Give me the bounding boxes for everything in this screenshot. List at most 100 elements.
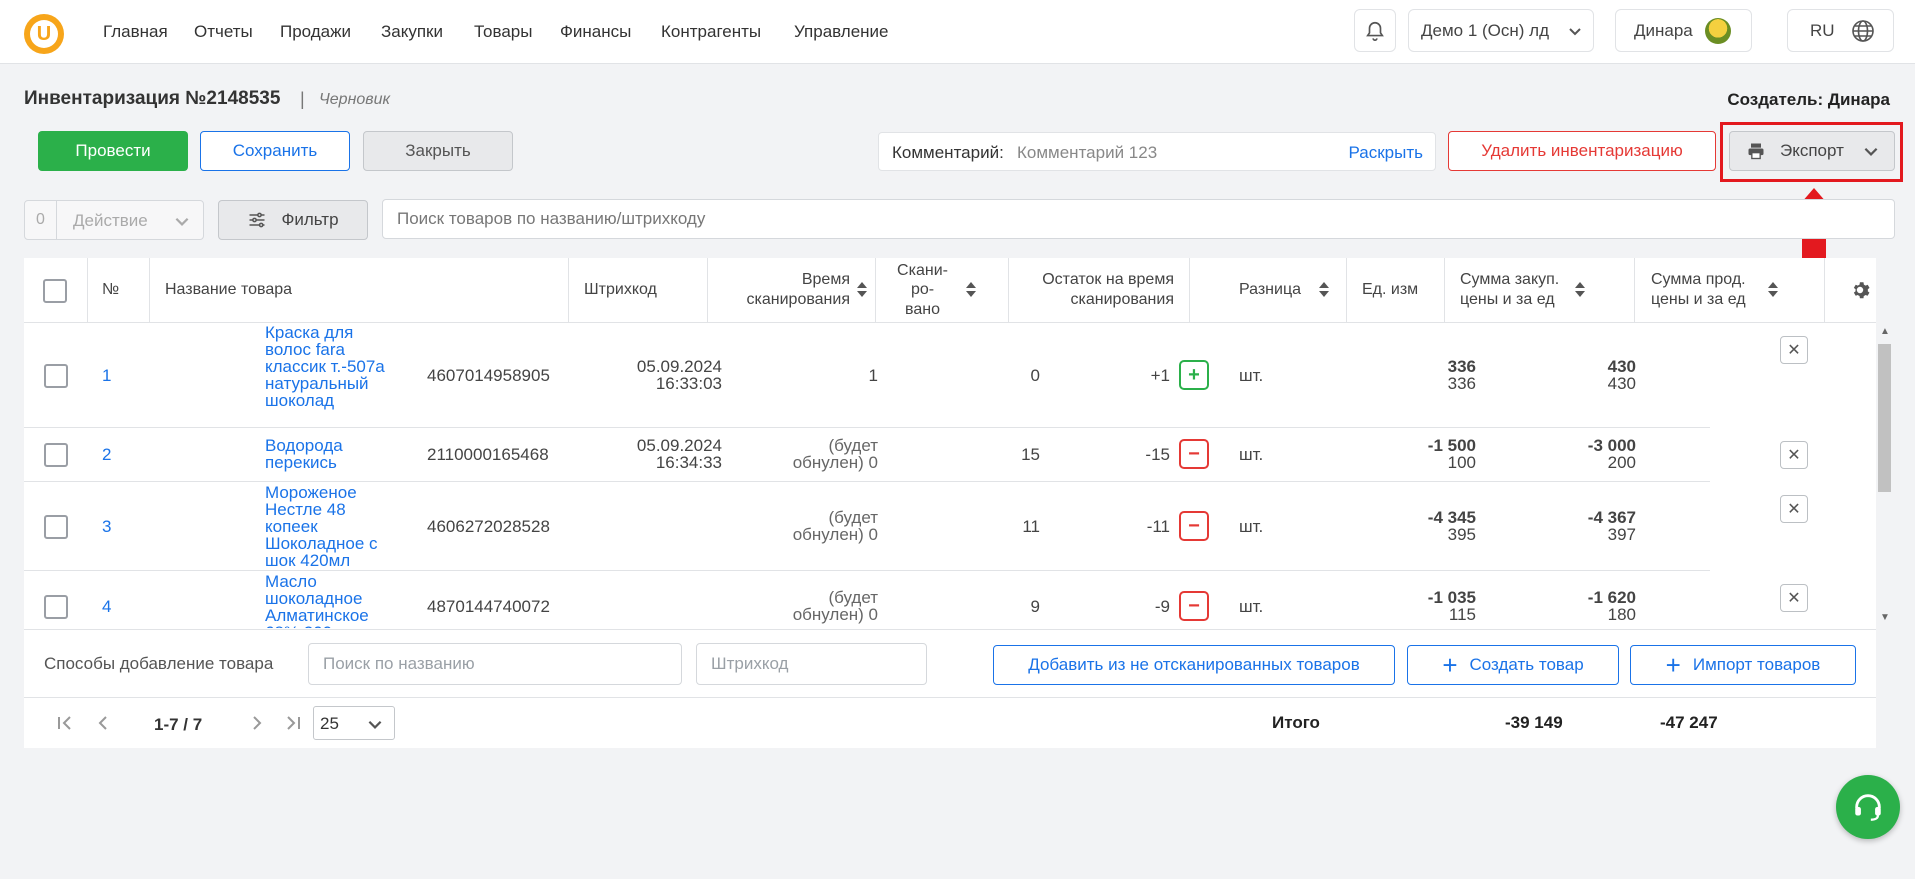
add-by-barcode-input[interactable]: Штрихкод: [696, 643, 927, 685]
conduct-button[interactable]: Провести: [38, 131, 188, 171]
export-button[interactable]: Экспорт: [1729, 131, 1895, 171]
product-name-link[interactable]: Краска для волос fara классик т.-507а на…: [265, 324, 390, 409]
select-all-checkbox[interactable]: [43, 279, 67, 303]
add-from-unscanned-button[interactable]: Добавить из не отсканированных товаров: [993, 645, 1395, 685]
chevron-down-icon: [175, 217, 189, 226]
col-divider: [87, 258, 88, 322]
col-scan-time[interactable]: Время сканирования: [718, 258, 867, 322]
sliders-icon: [249, 212, 265, 228]
page-size-value: 25: [320, 714, 339, 733]
row-number[interactable]: 2: [102, 445, 111, 465]
plus-square-icon: +: [1179, 360, 1209, 390]
row-number[interactable]: 1: [102, 366, 111, 386]
create-product-button[interactable]: + Создать товар: [1407, 645, 1619, 685]
col-stock-line1: Остаток на время: [1042, 271, 1174, 289]
sort-icon: [1767, 282, 1778, 298]
nav-item-products[interactable]: Товары: [474, 22, 532, 42]
printer-icon: [1748, 143, 1764, 160]
nav-item-contractors[interactable]: Контрагенты: [661, 22, 761, 42]
page-size-select[interactable]: 25: [313, 706, 395, 740]
row-checkbox[interactable]: [44, 515, 68, 539]
next-page-icon[interactable]: [248, 714, 266, 732]
minus-square-icon: −: [1179, 591, 1209, 621]
col-sell-sum[interactable]: Сумма прод. цены и за ед: [1651, 258, 1807, 322]
nav-item-purchases[interactable]: Закупки: [381, 22, 443, 42]
sort-icon: [1575, 282, 1586, 298]
row-number[interactable]: 4: [102, 597, 111, 617]
col-unit: Ед. изм: [1362, 281, 1419, 299]
last-page-icon[interactable]: [284, 714, 302, 732]
scan-time: 05.09.2024 16:33:03: [584, 358, 722, 392]
scrollbar-thumb[interactable]: [1878, 344, 1891, 492]
remove-row-button[interactable]: ✕: [1780, 495, 1808, 523]
action-label: Действие: [73, 211, 148, 230]
table-row[interactable]: 4 Масло шоколадное Алматинское 68% 200гр…: [24, 571, 1710, 628]
buy-sum: -1 035 115: [1384, 589, 1476, 623]
barcode: 2110000165468: [427, 445, 549, 464]
add-by-name-input[interactable]: Поиск по названию: [308, 643, 682, 685]
scroll-up-icon[interactable]: ▲: [1880, 326, 1890, 337]
scan-clock: 16:33:03: [655, 374, 722, 393]
total-label: Итого: [1272, 713, 1320, 732]
remove-row-button[interactable]: ✕: [1780, 441, 1808, 469]
scroll-down-icon[interactable]: ▼: [1880, 612, 1890, 623]
vertical-scrollbar[interactable]: ▲ ▼: [1877, 326, 1891, 626]
row-checkbox[interactable]: [44, 443, 68, 467]
table-body: 1 Краска для волос fara классик т.-507а …: [24, 323, 1876, 628]
product-name-link[interactable]: Масло шоколадное Алматинское 68% 200гр: [265, 573, 390, 628]
scanned-qty: (будет обнулен) 0: [764, 437, 878, 471]
nav-item-reports[interactable]: Отчеты: [194, 22, 253, 42]
col-barcode[interactable]: Штрихкод: [584, 258, 657, 322]
sell-sum: 430 430: [1544, 358, 1636, 392]
product-name-link[interactable]: Мороженое Нестле 48 копеек Шоколадное с …: [265, 484, 390, 569]
row-number[interactable]: 3: [102, 517, 111, 537]
product-search-input[interactable]: Поиск товаров по названию/штрихкоду: [382, 199, 1895, 239]
filter-label: Фильтр: [281, 210, 339, 229]
nav-item-sales[interactable]: Продажи: [280, 22, 351, 42]
chevron-down-icon: [1864, 147, 1878, 156]
filter-button[interactable]: Фильтр: [218, 200, 368, 240]
row-checkbox[interactable]: [44, 595, 68, 619]
table-row[interactable]: 3 Мороженое Нестле 48 копеек Шоколадное …: [24, 482, 1710, 571]
nav-item-home[interactable]: Главная: [103, 22, 168, 42]
barcode: 4607014958905: [427, 366, 550, 385]
page-range: 1-7 / 7: [154, 715, 203, 734]
document-status: Черновик: [319, 91, 391, 108]
buy-sum: -1 500 100: [1384, 437, 1476, 471]
stock-qty: 15: [1021, 445, 1040, 464]
notifications-button[interactable]: [1354, 9, 1396, 52]
delete-inventory-button[interactable]: Удалить инвентаризацию: [1448, 131, 1716, 171]
bell-icon: [1366, 21, 1384, 41]
comment-field[interactable]: Комментарий: Комментарий 123 Раскрыть: [878, 132, 1436, 171]
store-selector[interactable]: Демо 1 (Осн) лд: [1408, 9, 1594, 52]
first-page-icon[interactable]: [56, 714, 74, 732]
nav-item-finance[interactable]: Финансы: [560, 22, 631, 42]
table-row[interactable]: 2 Водорода перекись 2110000165468 05.09.…: [24, 428, 1710, 482]
table-row[interactable]: 1 Краска для волос fara классик т.-507а …: [24, 323, 1710, 428]
gear-icon[interactable]: [1849, 279, 1871, 301]
remove-row-button[interactable]: ✕: [1780, 336, 1808, 364]
chevron-down-icon: [368, 720, 382, 729]
prev-page-icon[interactable]: [94, 714, 112, 732]
divider: [24, 697, 1876, 698]
app-logo[interactable]: U: [24, 14, 64, 54]
remove-row-button[interactable]: ✕: [1780, 584, 1808, 612]
col-buy-sum[interactable]: Сумма закуп. цены и за ед: [1460, 258, 1620, 322]
support-chat-button[interactable]: [1836, 775, 1900, 839]
col-name[interactable]: Название товара: [165, 258, 292, 322]
language-selector[interactable]: RU: [1787, 9, 1894, 52]
row-checkbox[interactable]: [44, 364, 68, 388]
col-divider: [875, 258, 876, 322]
product-name-link[interactable]: Водорода перекись: [265, 437, 390, 471]
close-button[interactable]: Закрыть: [363, 131, 513, 171]
bulk-action-select[interactable]: 0 Действие: [24, 200, 204, 240]
col-divider: [568, 258, 569, 322]
expand-comment-link[interactable]: Раскрыть: [1349, 143, 1423, 163]
col-difference[interactable]: Разница: [1198, 258, 1329, 322]
nav-item-management[interactable]: Управление: [794, 22, 889, 42]
user-menu[interactable]: Динара: [1615, 9, 1752, 52]
import-products-button[interactable]: + Импорт товаров: [1630, 645, 1856, 685]
save-button[interactable]: Сохранить: [200, 131, 350, 171]
stock-qty: 9: [1030, 597, 1040, 616]
col-scanned[interactable]: Скани-ро-вано: [880, 258, 992, 322]
